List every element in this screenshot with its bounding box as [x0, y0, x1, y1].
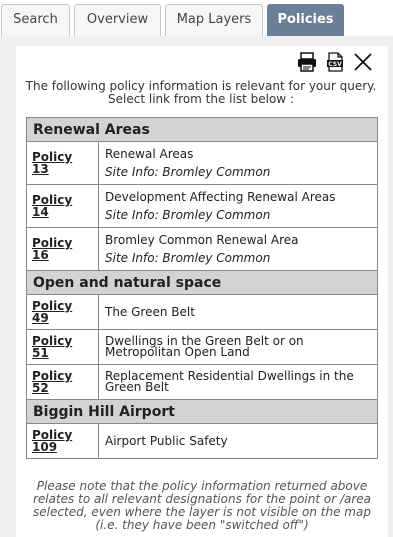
disclaimer-note: Please note that the policy information … — [32, 479, 372, 532]
policy-link[interactable]: Policy 13 — [32, 150, 72, 176]
table-row: Policy 49 The Green Belt — [26, 294, 378, 330]
tab-search[interactable]: Search — [1, 4, 70, 36]
toolbar: CSV — [296, 50, 374, 74]
tab-policies[interactable]: Policies — [267, 4, 344, 36]
table-row: Policy 14 Development Affecting Renewal A… — [26, 184, 378, 228]
policy-link[interactable]: Policy 51 — [32, 334, 72, 360]
intro-text: The following policy information is rele… — [25, 79, 377, 106]
csv-export-icon[interactable]: CSV — [324, 51, 346, 73]
policy-link[interactable]: Policy 109 — [32, 428, 72, 454]
table-row: Policy 13 Renewal Areas Site Info: Bromley… — [26, 141, 378, 185]
group-title: Open and natural space — [26, 270, 378, 295]
policy-description: Development Affecting Renewal Areas Site … — [98, 184, 378, 228]
policies-panel: CSV The following policy information is … — [0, 36, 393, 537]
table-row: Policy 16 Bromley Common Renewal Area Site… — [26, 227, 378, 271]
policy-link[interactable]: Policy 49 — [32, 299, 72, 325]
policy-link[interactable]: Policy 14 — [32, 193, 72, 219]
site-info: Site Info: Bromley Common — [105, 251, 271, 265]
group-header: Biggin Hill Airport — [26, 399, 378, 424]
policy-description: Airport Public Safety — [98, 423, 378, 459]
policy-description: Renewal Areas Site Info: Bromley Common — [98, 141, 378, 185]
csv-label: CSV — [328, 61, 342, 68]
group-header: Renewal Areas — [26, 117, 378, 142]
table-row: Policy 51 Dwellings in the Green Belt or … — [26, 329, 378, 365]
close-icon[interactable] — [352, 51, 374, 73]
tab-map-layers[interactable]: Map Layers — [165, 4, 263, 36]
table-row: Policy 109 Airport Public Safety — [26, 423, 378, 459]
printer-icon[interactable] — [296, 51, 318, 73]
policy-link[interactable]: Policy 52 — [32, 369, 72, 395]
policy-link[interactable]: Policy 16 — [32, 236, 72, 262]
policy-table: Renewal Areas Policy 13 Renewal Areas Site… — [26, 117, 378, 459]
tab-overview[interactable]: Overview — [74, 4, 161, 36]
policy-description: Dwellings in the Green Belt or on Metrop… — [98, 329, 378, 365]
site-info: Site Info: Bromley Common — [105, 165, 271, 179]
group-title: Renewal Areas — [26, 117, 378, 142]
table-row: Policy 52 Replacement Residential Dwellin… — [26, 364, 378, 400]
policy-description: The Green Belt — [98, 294, 378, 330]
site-info: Site Info: Bromley Common — [105, 208, 271, 222]
tab-bar: Search Overview Map Layers Policies — [0, 2, 393, 36]
policy-description: Bromley Common Renewal Area Site Info: Br… — [98, 227, 378, 271]
group-header: Open and natural space — [26, 270, 378, 295]
policies-content: CSV The following policy information is … — [16, 46, 388, 537]
group-title: Biggin Hill Airport — [26, 399, 378, 424]
policy-description: Replacement Residential Dwellings in the… — [98, 364, 378, 400]
